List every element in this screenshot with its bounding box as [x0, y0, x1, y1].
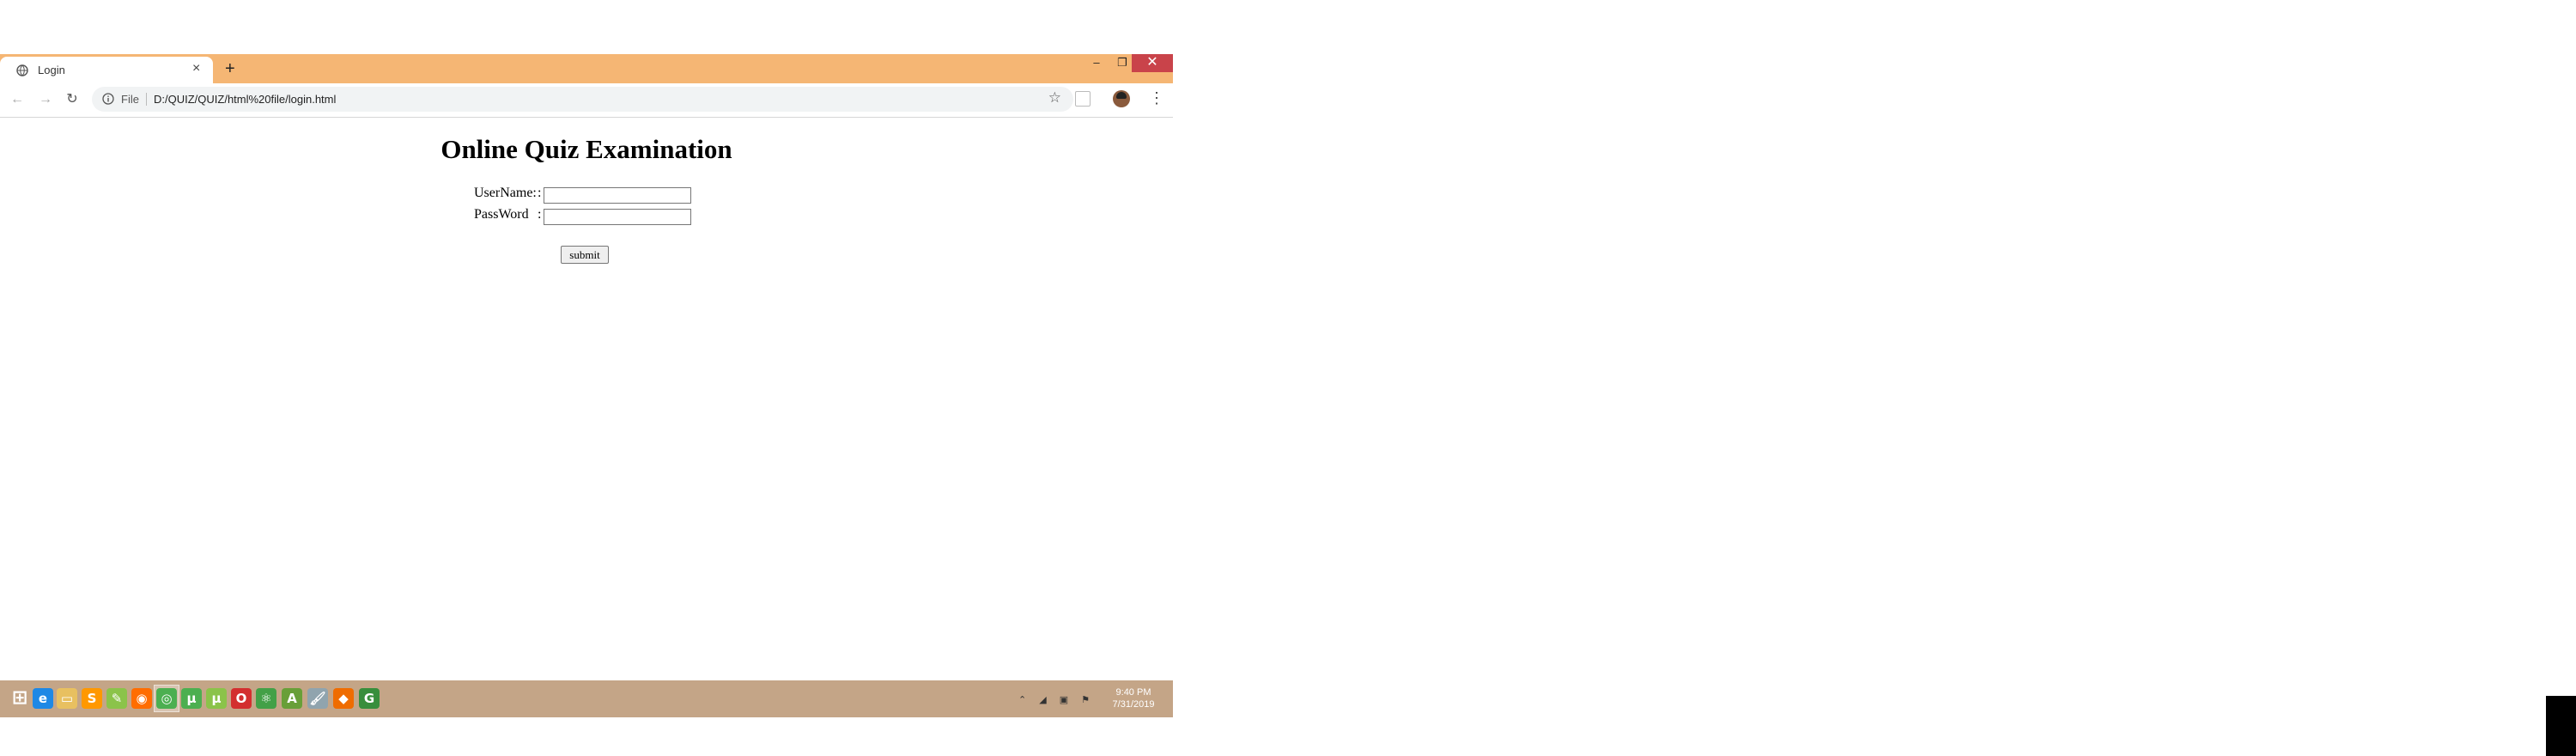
sublime-text-icon: S	[82, 688, 102, 709]
clock-time: 9:40 PM	[1115, 687, 1151, 698]
firefox-icon: ◉	[131, 688, 152, 709]
password-label: PassWord	[474, 207, 529, 222]
extension-icon[interactable]	[1075, 91, 1091, 107]
taskbar-button-opera[interactable]: O	[228, 685, 254, 712]
taskbar-button-paint[interactable]: 🖌	[305, 685, 331, 712]
profile-avatar[interactable]	[1113, 90, 1130, 107]
tab-title: Login	[38, 64, 65, 76]
address-divider	[146, 93, 147, 106]
system-tray-icons[interactable]: ⌃ ◢ ▣ ⚑	[1018, 694, 1095, 705]
taskbar-button-firefox[interactable]: ◉	[129, 685, 155, 712]
atom-icon: ⚛	[256, 688, 276, 709]
download-icon: G	[359, 688, 380, 709]
taskbar-clock[interactable]: 9:40 PM 7/31/2019	[1108, 686, 1159, 710]
url-text[interactable]: D:/QUIZ/QUIZ/html%20file/login.html	[154, 93, 336, 106]
page-content: Online Quiz Examination UserName: : Pass…	[0, 118, 1173, 680]
start-icon: ⊞	[11, 687, 28, 709]
taskbar-button-start[interactable]: ⊞	[7, 685, 33, 712]
password-colon: :	[538, 207, 542, 222]
android-studio-icon: A	[282, 688, 302, 709]
address-bar[interactable]: File D:/QUIZ/QUIZ/html%20file/login.html…	[92, 87, 1073, 112]
browser-menu-icon[interactable]: ⋮	[1149, 89, 1164, 107]
reload-button[interactable]: ↻	[63, 90, 82, 109]
paint-icon: 🖌	[307, 688, 328, 709]
taskbar-button-blender-like[interactable]: ◆	[331, 685, 356, 712]
username-label: UserName:	[474, 186, 537, 200]
internet-explorer-icon: e	[33, 688, 53, 709]
utorrent-icon: μ	[181, 688, 202, 709]
opera-icon: O	[231, 688, 252, 709]
file-explorer-icon: ▭	[57, 688, 77, 709]
taskbar-button-android-studio[interactable]: A	[279, 685, 305, 712]
utorrent-web-icon: μ	[206, 688, 227, 709]
taskbar-button-file-explorer[interactable]: ▭	[54, 685, 80, 712]
taskbar-button-sublime-text[interactable]: S	[79, 685, 105, 712]
forward-button[interactable]: →	[36, 90, 55, 109]
close-window-button[interactable]: ✕	[1132, 54, 1173, 72]
taskbar-button-internet-explorer[interactable]: e	[30, 685, 56, 712]
screen-edge-fragment	[2546, 696, 2576, 756]
windows-taskbar: ⊞ e ▭ S ✎ ◉ ◎ μ μ O ⚛ A 🖌 ◆ G ⌃ ◢ ▣ ⚑ 9:40 PM 7/31/201…	[0, 680, 1173, 717]
bookmark-star-icon[interactable]: ☆	[1048, 89, 1061, 107]
taskbar-button-utorrent[interactable]: μ	[179, 685, 204, 712]
username-input[interactable]	[544, 187, 691, 204]
browser-toolbar: ← → ↻ File D:/QUIZ/QUIZ/html%20file/logi…	[0, 83, 1173, 118]
submit-button[interactable]: submit	[561, 246, 609, 264]
taskbar-button-notepad-plus-plus[interactable]: ✎	[104, 685, 130, 712]
chrome-icon: ◎	[156, 688, 177, 709]
username-colon: :	[538, 186, 542, 200]
tab-login[interactable]: Login ×	[0, 57, 213, 84]
minimize-button[interactable]: –	[1084, 54, 1109, 72]
clock-date: 7/31/2019	[1112, 699, 1155, 710]
taskbar-button-utorrent-web[interactable]: μ	[204, 685, 229, 712]
desktop-screen: Login × + – ❐ ✕ ← → ↻ File D:/QUIZ/QUIZ/…	[0, 0, 1173, 717]
taskbar-button-atom[interactable]: ⚛	[253, 685, 279, 712]
back-button[interactable]: ←	[8, 90, 27, 109]
info-icon[interactable]	[102, 93, 114, 105]
globe-icon	[16, 64, 28, 76]
notepad-plus-plus-icon: ✎	[106, 688, 127, 709]
close-tab-icon[interactable]: ×	[192, 61, 200, 76]
taskbar-button-download[interactable]: G	[356, 685, 382, 712]
scheme-label: File	[121, 93, 139, 106]
blender-like-icon: ◆	[333, 688, 354, 709]
taskbar-button-chrome[interactable]: ◎	[154, 685, 179, 712]
new-tab-button[interactable]: +	[225, 58, 235, 80]
page-title: Online Quiz Examination	[440, 134, 732, 164]
password-input[interactable]	[544, 209, 691, 225]
